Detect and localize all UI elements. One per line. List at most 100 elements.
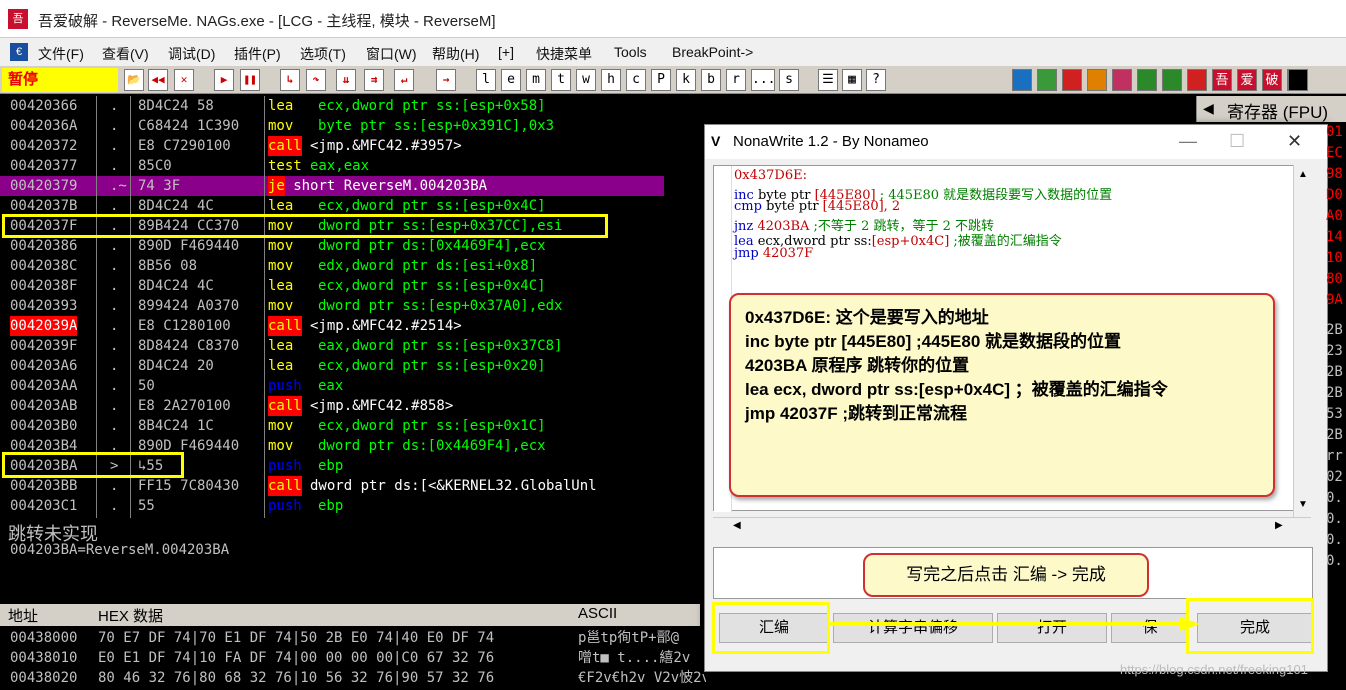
menu-item[interactable]: 快捷菜单 bbox=[536, 44, 592, 64]
register-value[interactable]: D0 bbox=[1326, 187, 1343, 203]
disasm-row[interactable]: 004203B0. 8B4C24 1C mov ecx,dword ptr ss:[e… bbox=[0, 416, 664, 436]
toolbar-window-r-button[interactable]: r bbox=[726, 69, 746, 91]
toolbar-window-l-button[interactable]: l bbox=[476, 69, 496, 91]
disasm-row[interactable]: 00420366. 8D4C24 58 lea ecx,dword ptr ss:[e… bbox=[0, 96, 664, 116]
disasm-row[interactable]: 0042037B. 8D4C24 4C lea ecx,dword ptr ss:[e… bbox=[0, 196, 664, 216]
disasm-row[interactable]: 0042039A. E8 C1280100 call <jmp.&MFC42.#251… bbox=[0, 316, 664, 336]
disasm-row[interactable]: 004203AA. 50 push eax bbox=[0, 376, 664, 396]
dump-col-ascii[interactable]: ASCII bbox=[578, 605, 617, 622]
register-value[interactable]: 9A bbox=[1326, 292, 1343, 308]
arrow-left-icon[interactable]: ◀ bbox=[1203, 100, 1214, 117]
disasm-row[interactable]: 00420379 .~ 74 3F je short ReverseM.004203BA bbox=[0, 176, 664, 196]
menu-item[interactable]: Tools bbox=[614, 44, 647, 60]
dump-row[interactable]: 00438010 E0 E1 DF 74|10 FA DF 74|00 00 00… bbox=[0, 648, 706, 668]
plugin-icon[interactable] bbox=[1137, 69, 1157, 91]
scroll-down-icon[interactable]: ▼ bbox=[1298, 499, 1308, 510]
code-line[interactable]: cmp byte ptr [445E80], 2 bbox=[734, 199, 900, 214]
toolbar-window-k-button[interactable]: k bbox=[676, 69, 696, 91]
close-icon[interactable]: ✕ bbox=[1287, 131, 1302, 152]
menu-item[interactable]: 帮助(H) bbox=[432, 44, 479, 64]
rewind-icon[interactable]: ◀◀ bbox=[148, 69, 168, 91]
toolbar-window-P-button[interactable]: P bbox=[651, 69, 671, 91]
step-over-icon[interactable]: ↷ bbox=[306, 69, 326, 91]
dump-row[interactable]: 00438000 70 E7 DF 74|70 E1 DF 74|50 2B E0… bbox=[0, 628, 706, 648]
disasm-row[interactable]: 004203AB. E8 2A270100 call <jmp.&MFC42.#858… bbox=[0, 396, 664, 416]
disasm-row[interactable]: 0042038F. 8D4C24 4C lea ecx,dword ptr ss:[e… bbox=[0, 276, 664, 296]
memory-dump-pane[interactable]: 00438000 70 E7 DF 74|70 E1 DF 74|50 2B E0… bbox=[0, 626, 706, 690]
app-menu-icon[interactable]: € bbox=[10, 43, 28, 61]
disasm-row[interactable]: 00420393. 899424 A0370 mov dword ptr ss:[es… bbox=[0, 296, 664, 316]
plugin-icon[interactable] bbox=[1162, 69, 1182, 91]
toolbar-window-more-button[interactable]: ... bbox=[751, 69, 775, 91]
horizontal-scrollbar[interactable]: ◀ ▶ bbox=[713, 517, 1311, 535]
plugin-brand-icon[interactable]: 爱 bbox=[1237, 69, 1257, 91]
register-value[interactable]: 2B bbox=[1326, 364, 1343, 380]
pause-icon[interactable]: ❚❚ bbox=[240, 69, 260, 91]
dump-col-address[interactable]: 地址 bbox=[8, 605, 38, 626]
step-into-icon[interactable]: ↳ bbox=[280, 69, 300, 91]
goto-icon[interactable]: → bbox=[436, 69, 456, 91]
run-icon[interactable]: ▶ bbox=[214, 69, 234, 91]
toolbar-window-c-button[interactable]: c bbox=[626, 69, 646, 91]
plugin-icon[interactable] bbox=[1062, 69, 1082, 91]
register-value[interactable]: rr bbox=[1326, 448, 1343, 464]
grid-icon[interactable]: ▦ bbox=[842, 69, 862, 91]
registers-header[interactable]: ◀ 寄存器 (FPU) bbox=[1196, 96, 1346, 122]
plugin-icon[interactable] bbox=[1012, 69, 1032, 91]
close-icon[interactable]: ✕ bbox=[174, 69, 194, 91]
register-value[interactable]: 0. bbox=[1326, 490, 1343, 506]
trace-over-icon[interactable]: ⇉ bbox=[364, 69, 384, 91]
toolbar-window-e-button[interactable]: e bbox=[501, 69, 521, 91]
menu-item[interactable]: 选项(T) bbox=[300, 44, 346, 64]
register-value[interactable]: A0 bbox=[1326, 208, 1343, 224]
register-value[interactable]: 10 bbox=[1326, 250, 1343, 266]
register-value[interactable]: 0. bbox=[1326, 532, 1343, 548]
disasm-row[interactable]: 004203A6. 8D4C24 20 lea ecx,dword ptr ss:[e… bbox=[0, 356, 664, 376]
menu-item[interactable]: 调试(D) bbox=[168, 44, 215, 64]
disasm-row[interactable]: 004203C1. 55 push ebp bbox=[0, 496, 664, 516]
menu-item[interactable]: [+] bbox=[498, 44, 514, 60]
register-value[interactable]: 23 bbox=[1326, 343, 1343, 359]
toolbar-window-t-button[interactable]: t bbox=[551, 69, 571, 91]
menu-item[interactable]: BreakPoint-> bbox=[672, 44, 753, 60]
disasm-row[interactable]: 004203BB. FF15 7C80430 call dword ptr ds:[<… bbox=[0, 476, 664, 496]
register-value[interactable]: 14 bbox=[1326, 229, 1343, 245]
vertical-scrollbar[interactable]: ▲ ▼ bbox=[1293, 165, 1311, 517]
register-value[interactable]: 98 bbox=[1326, 166, 1343, 182]
register-value[interactable]: EC bbox=[1326, 145, 1343, 161]
plugin-icon[interactable] bbox=[1187, 69, 1207, 91]
trace-into-icon[interactable]: ⇊ bbox=[336, 69, 356, 91]
dump-row[interactable]: 00438020 80 46 32 76|80 68 32 76|10 56 32… bbox=[0, 668, 706, 688]
scroll-left-icon[interactable]: ◀ bbox=[733, 520, 741, 531]
toolbar-window-s-button[interactable]: s bbox=[779, 69, 799, 91]
toolbar-window-w-button[interactable]: w bbox=[576, 69, 596, 91]
list-icon[interactable]: ☰ bbox=[818, 69, 838, 91]
disasm-row[interactable]: 00420372. E8 C7290100 call <jmp.&MFC42.#395… bbox=[0, 136, 664, 156]
code-line[interactable]: 0x437D6E: bbox=[734, 168, 807, 183]
minimize-icon[interactable]: — bbox=[1179, 131, 1197, 152]
register-value[interactable]: 01 bbox=[1326, 124, 1343, 140]
disasm-row[interactable]: 0042039F. 8D8424 C8370 lea eax,dword ptr ss… bbox=[0, 336, 664, 356]
register-value[interactable]: 2B bbox=[1326, 385, 1343, 401]
code-line[interactable]: jmp 42037F bbox=[734, 246, 813, 261]
register-value[interactable]: 80 bbox=[1326, 271, 1343, 287]
toolbar-window-m-button[interactable]: m bbox=[526, 69, 546, 91]
menu-item[interactable]: 插件(P) bbox=[234, 44, 281, 64]
help-icon[interactable]: ? bbox=[866, 69, 886, 91]
register-value[interactable]: 53 bbox=[1326, 406, 1343, 422]
execute-till-return-icon[interactable]: ↵ bbox=[394, 69, 414, 91]
dump-col-hex[interactable]: HEX 数据 bbox=[98, 605, 163, 626]
register-value[interactable]: 02 bbox=[1326, 469, 1343, 485]
disasm-row[interactable]: 00420377. 85C0 test eax,eax bbox=[0, 156, 664, 176]
plugin-icon[interactable] bbox=[1288, 69, 1308, 91]
toolbar-window-h-button[interactable]: h bbox=[601, 69, 621, 91]
plugin-icon[interactable] bbox=[1037, 69, 1057, 91]
disasm-row[interactable]: 00420386. 890D F469440 mov dword ptr ds:[0x… bbox=[0, 236, 664, 256]
maximize-icon[interactable]: ☐ bbox=[1229, 131, 1245, 152]
register-value[interactable]: 0. bbox=[1326, 553, 1343, 569]
menu-item[interactable]: 窗口(W) bbox=[366, 44, 417, 64]
plugin-brand-icon[interactable]: 破 bbox=[1262, 69, 1282, 91]
scroll-up-icon[interactable]: ▲ bbox=[1298, 169, 1308, 180]
scroll-right-icon[interactable]: ▶ bbox=[1275, 520, 1283, 531]
disasm-row[interactable]: 0042038C. 8B56 08 mov edx,dword ptr ds:[esi… bbox=[0, 256, 664, 276]
